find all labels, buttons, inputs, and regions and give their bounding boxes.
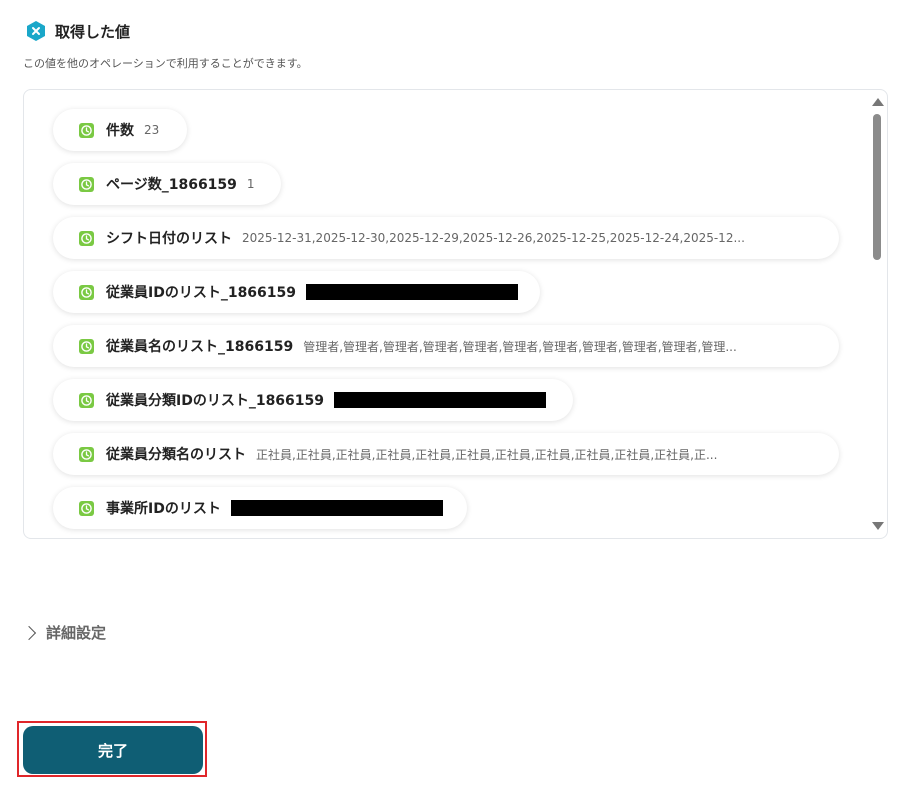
scroll-up-arrow-icon[interactable] [872, 98, 884, 106]
value-item-office-ids[interactable]: 事業所IDのリスト [53, 487, 467, 529]
advanced-settings-toggle[interactable]: 詳細設定 [21, 622, 107, 643]
clock-icon [79, 176, 94, 192]
scroll-down-arrow-icon[interactable] [872, 522, 884, 530]
clock-icon [79, 446, 94, 462]
value-item-label: 件数 [106, 123, 134, 139]
value-item-value: 正社員,正社員,正社員,正社員,正社員,正社員,正社員,正社員,正社員,正社員,… [256, 447, 718, 462]
advanced-settings-label: 詳細設定 [46, 624, 107, 642]
value-item-label: 従業員名のリスト_1866159 [106, 339, 294, 355]
values-list-panel[interactable]: 件数 23 ページ数_1866159 1 シフト日付のリスト 2025-12-3… [23, 89, 888, 539]
clock-icon [79, 122, 94, 138]
clock-icon [79, 392, 94, 408]
value-item-count[interactable]: 件数 23 [53, 109, 187, 151]
clock-icon [79, 338, 94, 354]
value-item-page-count[interactable]: ページ数_1866159 1 [53, 163, 281, 205]
value-item-value: 2025-12-31,2025-12-30,2025-12-29,2025-12… [242, 231, 745, 245]
section-header: 取得した値 [25, 20, 130, 42]
value-item-employee-ids[interactable]: 従業員IDのリスト_1866159 [53, 271, 540, 313]
redacted-value [230, 500, 443, 516]
hexagon-x-icon [27, 21, 45, 41]
scrollbar[interactable] [871, 96, 884, 532]
value-item-shift-dates[interactable]: シフト日付のリスト 2025-12-31,2025-12-30,2025-12-… [53, 217, 839, 259]
chevron-right-icon [21, 625, 37, 640]
value-item-label: 事業所IDのリスト [106, 501, 221, 517]
clock-icon [79, 284, 94, 300]
section-subtitle: この値を他のオペレーションで利用することができます。 [23, 57, 308, 70]
clock-icon [79, 500, 94, 516]
value-item-label: 従業員分類名のリスト [106, 447, 246, 463]
done-button[interactable]: 完了 [23, 726, 203, 774]
redacted-value [334, 392, 547, 408]
value-item-label: シフト日付のリスト [106, 231, 232, 247]
value-item-employee-class-ids[interactable]: 従業員分類IDのリスト_1866159 [53, 379, 573, 421]
value-item-value: 1 [246, 177, 255, 191]
scrollbar-thumb[interactable] [873, 114, 881, 260]
value-item-employee-names[interactable]: 従業員名のリスト_1866159 管理者,管理者,管理者,管理者,管理者,管理者… [53, 325, 839, 367]
value-item-employee-class-names[interactable]: 従業員分類名のリスト 正社員,正社員,正社員,正社員,正社員,正社員,正社員,正… [53, 433, 839, 475]
value-item-label: 従業員IDのリスト_1866159 [106, 285, 297, 301]
section-title: 取得した値 [55, 22, 131, 41]
redacted-value [306, 284, 519, 300]
value-item-value: 管理者,管理者,管理者,管理者,管理者,管理者,管理者,管理者,管理者,管理者,… [303, 339, 737, 354]
value-item-value: 23 [144, 123, 160, 137]
value-item-label: 従業員分類IDのリスト_1866159 [106, 393, 325, 409]
clock-icon [79, 230, 94, 246]
value-item-label: ページ数_1866159 [106, 177, 237, 193]
